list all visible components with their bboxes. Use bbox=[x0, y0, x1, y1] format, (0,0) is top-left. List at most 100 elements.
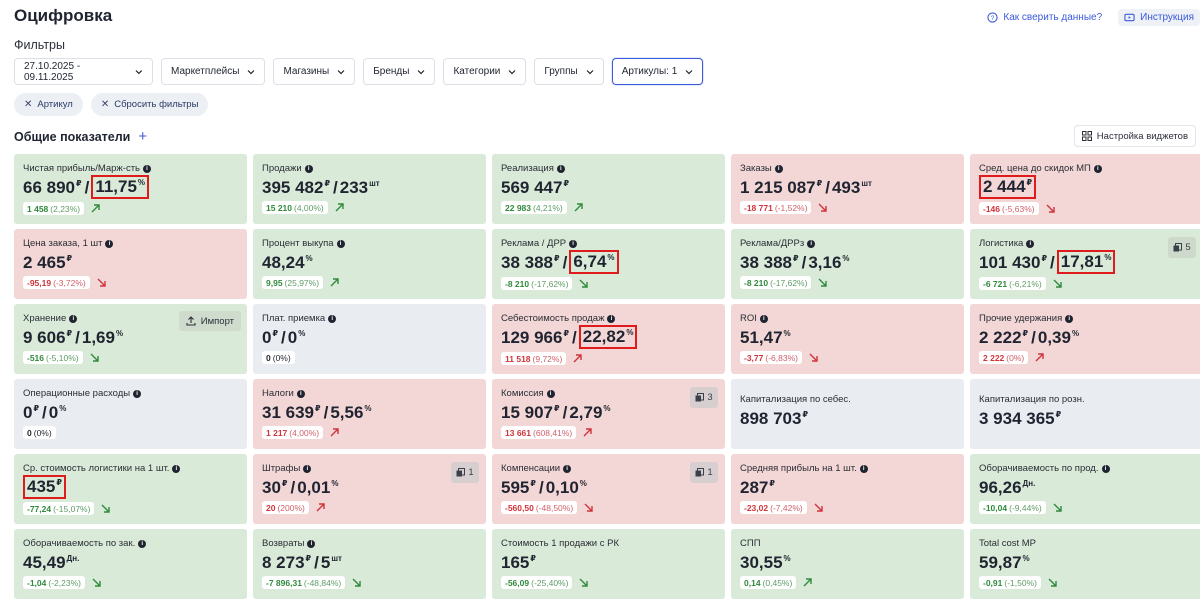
value-part: 101 430 ₽ bbox=[979, 253, 1047, 273]
delta-value: 0 bbox=[266, 352, 271, 363]
value-unit: шт bbox=[861, 179, 872, 188]
highlight-box: 2 444 ₽ bbox=[979, 175, 1037, 199]
marketplaces-filter[interactable]: Маркетплейсы bbox=[161, 58, 266, 85]
metric-title-label: Реклама/ДРРз bbox=[740, 238, 805, 249]
delta-percent: (200%) bbox=[277, 502, 305, 513]
linked-items-badge[interactable]: 1 bbox=[690, 462, 718, 483]
linked-items-badge[interactable]: 3 bbox=[690, 387, 718, 408]
info-icon[interactable]: i bbox=[133, 389, 142, 398]
date-range-filter[interactable]: 27.10.2025 - 09.11.2025 bbox=[14, 58, 153, 85]
value-part: 45,49 Дн. bbox=[23, 553, 79, 573]
copy-icon bbox=[456, 468, 466, 477]
info-icon[interactable]: i bbox=[859, 464, 868, 473]
linked-items-badge[interactable]: 5 bbox=[1168, 237, 1196, 258]
articles-filter[interactable]: Артикулы: 1 bbox=[611, 58, 704, 85]
info-icon[interactable]: i bbox=[336, 239, 345, 248]
info-icon[interactable]: i bbox=[307, 539, 316, 548]
metric-delta: 13 661 (608,41%) bbox=[501, 426, 716, 439]
delta-value: 13 661 bbox=[505, 427, 531, 438]
value-unit: % bbox=[579, 479, 587, 488]
instructions-link[interactable]: Инструкция bbox=[1118, 9, 1200, 26]
value-part: 22,82% bbox=[583, 327, 634, 347]
info-icon[interactable]: i bbox=[328, 314, 337, 323]
value-part: 0 ₽ bbox=[23, 403, 39, 423]
info-icon[interactable]: i bbox=[69, 314, 78, 323]
article-chip[interactable]: ✕ Артикул bbox=[14, 93, 83, 116]
info-icon[interactable]: i bbox=[556, 164, 565, 173]
metric-value: 0 ₽/0% bbox=[23, 403, 238, 423]
delta-badge: 13 661 (608,41%) bbox=[501, 426, 577, 439]
metric-card: Ср. стоимость логистики на 1 шт. i 435 ₽ -77… bbox=[14, 454, 247, 524]
linked-items-badge[interactable]: 1 bbox=[451, 462, 479, 483]
value-part: 0% bbox=[49, 403, 67, 423]
plus-icon[interactable]: + bbox=[138, 128, 147, 145]
metric-delta: -146 (-5,63%) bbox=[979, 202, 1194, 215]
info-icon[interactable]: i bbox=[296, 389, 305, 398]
info-icon[interactable]: i bbox=[1101, 464, 1110, 473]
value-part: 59,87% bbox=[979, 553, 1030, 573]
info-icon[interactable]: i bbox=[807, 239, 816, 248]
info-icon[interactable]: i bbox=[546, 389, 555, 398]
metric-value: 101 430 ₽/ 17,81% bbox=[979, 250, 1194, 274]
delta-value: -516 bbox=[27, 352, 45, 363]
value-number: 96,26 bbox=[979, 478, 1022, 497]
delta-value: -146 bbox=[983, 203, 1001, 214]
value-number: 1,69 bbox=[81, 328, 115, 347]
value-unit: % bbox=[842, 254, 850, 263]
value-number: 129 966 bbox=[501, 328, 563, 347]
delta-percent: (25,97%) bbox=[284, 277, 320, 288]
value-part: 0,01% bbox=[297, 478, 338, 498]
info-icon[interactable]: i bbox=[1093, 164, 1102, 173]
delta-percent: (4,00%) bbox=[294, 202, 324, 213]
info-icon[interactable]: i bbox=[304, 164, 313, 173]
arrow-down-right-icon bbox=[352, 578, 361, 587]
import-button[interactable]: Импорт bbox=[178, 311, 241, 331]
value-number: 45,49 bbox=[23, 553, 66, 572]
info-icon[interactable]: i bbox=[143, 164, 151, 173]
arrow-down-right-icon bbox=[809, 353, 818, 362]
value-unit: ₽ bbox=[1055, 410, 1062, 419]
metric-title: Сред. цена до скидок МП i bbox=[979, 163, 1194, 174]
brands-filter[interactable]: Бренды bbox=[363, 58, 436, 85]
info-icon[interactable]: i bbox=[138, 539, 147, 548]
info-icon[interactable]: i bbox=[607, 314, 616, 323]
metric-delta: 0 (0%) bbox=[262, 351, 477, 364]
info-icon[interactable]: i bbox=[1026, 239, 1035, 248]
widget-settings-button[interactable]: Настройка виджетов bbox=[1073, 125, 1196, 147]
delta-value: -23,02 bbox=[744, 502, 769, 513]
metric-delta: 22 983 (4,21%) bbox=[501, 201, 716, 214]
info-icon[interactable]: i bbox=[563, 464, 572, 473]
metric-title-label: Средняя прибыль на 1 шт. bbox=[740, 463, 857, 474]
value-number: 38 388 bbox=[740, 253, 792, 272]
info-icon[interactable]: i bbox=[1065, 314, 1074, 323]
reset-filters-chip[interactable]: ✕ Сбросить фильтры bbox=[90, 93, 209, 116]
value-unit: ₽ bbox=[272, 329, 279, 338]
linked-items-count: 3 bbox=[707, 392, 713, 403]
metric-title: Продажи i bbox=[262, 163, 477, 174]
info-icon[interactable]: i bbox=[172, 464, 181, 473]
groups-filter[interactable]: Группы bbox=[534, 58, 604, 85]
close-icon[interactable]: ✕ bbox=[101, 99, 109, 110]
categories-filter[interactable]: Категории bbox=[443, 58, 527, 85]
info-icon[interactable]: i bbox=[774, 164, 783, 173]
metric-title: Цена заказа, 1 шт i bbox=[23, 238, 238, 249]
info-icon[interactable]: i bbox=[759, 314, 768, 323]
value-unit: % bbox=[115, 329, 124, 338]
info-icon[interactable]: i bbox=[303, 464, 312, 473]
value-part: 129 966 ₽ bbox=[501, 328, 569, 348]
value-number: 2 444 bbox=[983, 177, 1026, 196]
delta-percent: (0%) bbox=[1006, 352, 1025, 363]
value-number: 493 bbox=[831, 178, 861, 197]
upload-icon bbox=[186, 316, 196, 326]
value-number: 569 447 bbox=[501, 178, 563, 197]
value-unit: % bbox=[1022, 554, 1030, 563]
info-icon[interactable]: i bbox=[569, 239, 578, 248]
delta-badge: -56,09 (-25,40%) bbox=[501, 576, 573, 589]
metric-delta: -560,50 (-48,50%) bbox=[501, 501, 716, 514]
info-icon[interactable]: i bbox=[105, 239, 114, 248]
stores-filter[interactable]: Магазины bbox=[273, 58, 356, 85]
metric-value: 0 ₽/0% bbox=[262, 328, 477, 348]
close-icon[interactable]: ✕ bbox=[24, 99, 32, 110]
verify-data-link[interactable]: ? Как сверить данные? bbox=[985, 9, 1104, 26]
value-unit: % bbox=[305, 254, 313, 263]
